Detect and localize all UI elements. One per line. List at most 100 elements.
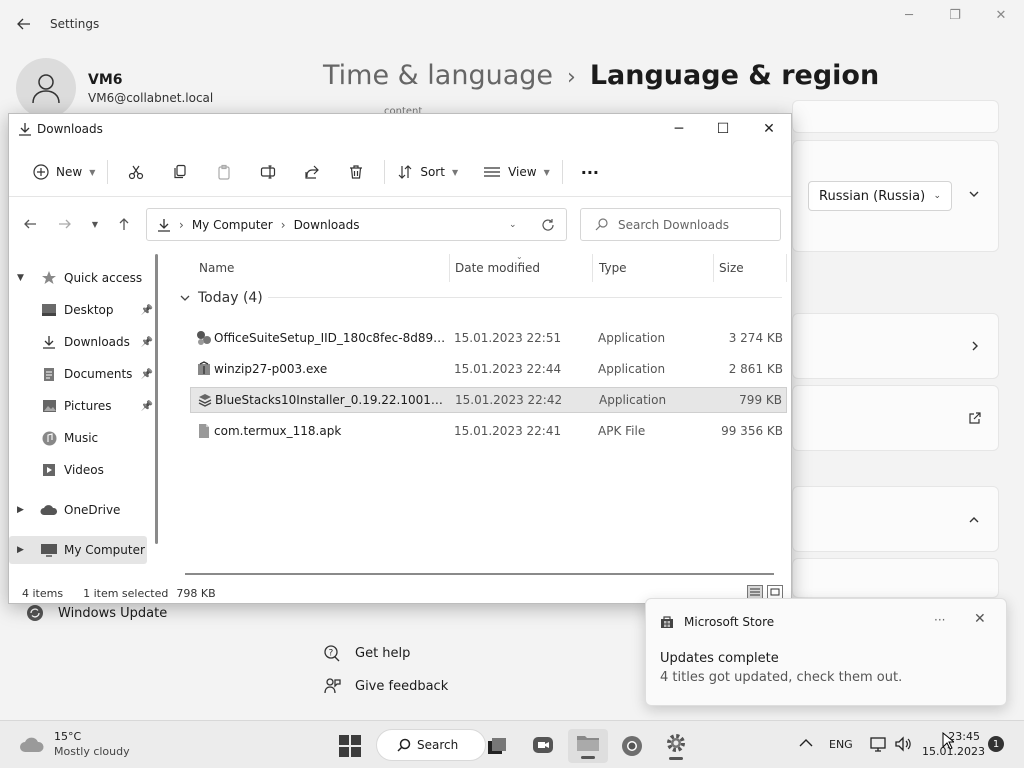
videos-icon [39, 463, 59, 477]
refresh-icon[interactable] [541, 218, 555, 232]
nav-item-my-computer[interactable]: ▶ My Computer [9, 536, 147, 564]
windows-update-icon [26, 604, 44, 622]
sidebar-item-windows-update[interactable]: Windows Update [26, 604, 167, 622]
chrome-button[interactable] [612, 729, 652, 763]
installer-app-icon [194, 330, 214, 346]
navigation-pane: ▼ Quick access Desktop 📌 Downloads 📌 Doc… [9, 254, 161, 580]
region-format-dropdown[interactable]: Russian (Russia) ⌄ [808, 181, 952, 211]
maximize-icon[interactable]: ☐ [701, 118, 745, 140]
external-link-icon [968, 412, 981, 425]
forward-arrow-icon[interactable] [53, 214, 77, 234]
task-view-button[interactable] [477, 729, 517, 763]
notification-toast[interactable]: Microsoft Store ··· ✕ Updates complete 4… [645, 598, 1007, 706]
volume-icon[interactable] [894, 736, 912, 752]
details-view-icon[interactable] [747, 585, 763, 599]
nav-pane-scrollbar[interactable] [155, 254, 158, 544]
pictures-icon [39, 399, 59, 413]
back-arrow-icon[interactable] [18, 214, 42, 234]
notification-badge[interactable]: 1 [988, 736, 1004, 752]
input-language[interactable]: ENG [829, 738, 853, 751]
file-row-selected[interactable]: BlueStacks10Installer_0.19.22.1001_nativ… [190, 387, 787, 413]
view-button[interactable]: View ▼ [477, 156, 556, 188]
chevron-down-icon: ⌄ [933, 191, 941, 201]
microsoft-store-icon [660, 615, 674, 629]
address-history-chevron-icon[interactable]: ⌄ [509, 220, 517, 230]
nav-item-quick-access[interactable]: ▼ Quick access [9, 264, 157, 292]
weather-widget[interactable]: 15°C Mostly cloudy [18, 729, 130, 759]
view-label: View [508, 165, 537, 179]
expanded-chevron-icon[interactable]: ▼ [17, 273, 31, 283]
close-icon[interactable]: ✕ [989, 8, 1013, 24]
nav-item-music[interactable]: Music [9, 424, 157, 452]
close-icon[interactable]: ✕ [974, 611, 986, 627]
new-label: New [56, 165, 83, 179]
copy-button[interactable] [158, 156, 202, 188]
collapsed-chevron-icon[interactable]: ▶ [17, 505, 31, 515]
new-button[interactable]: New ▼ [27, 156, 101, 188]
minimize-icon[interactable]: ─ [897, 8, 921, 24]
recent-locations-chevron-icon[interactable]: ▼ [83, 214, 107, 234]
column-divider[interactable] [713, 254, 714, 282]
weather-text: 15°C Mostly cloudy [54, 729, 130, 759]
toast-more-button[interactable]: ··· [934, 613, 945, 627]
file-row[interactable]: winzip27-p003.exe 15.01.2023 22:44 Appli… [190, 356, 787, 382]
get-help-label: Get help [355, 645, 411, 661]
column-header-date[interactable]: Date modified [455, 254, 540, 282]
cut-button[interactable] [114, 156, 158, 188]
breadcrumb-chevron-icon: › [280, 217, 286, 232]
downloads-icon [39, 335, 59, 349]
expand-chevron-icon[interactable] [968, 188, 980, 200]
get-help-link[interactable]: ? Get help [323, 644, 410, 662]
teams-chat-button[interactable] [523, 729, 563, 763]
up-arrow-icon[interactable] [112, 214, 136, 234]
address-bar[interactable]: › My Computer › Downloads ⌄ [146, 208, 567, 241]
nav-item-downloads[interactable]: Downloads 📌 [9, 328, 157, 356]
nav-item-pictures[interactable]: Pictures 📌 [9, 392, 157, 420]
nav-label: Desktop [64, 303, 114, 317]
nav-item-videos[interactable]: Videos [9, 456, 157, 484]
breadcrumb-downloads[interactable]: Downloads [294, 218, 360, 232]
settings-taskbar-button[interactable] [656, 729, 696, 763]
give-feedback-link[interactable]: Give feedback [323, 677, 448, 695]
rename-button[interactable] [246, 156, 290, 188]
chevron-up-icon[interactable] [799, 738, 813, 748]
collapsed-chevron-icon[interactable]: ▶ [17, 545, 31, 555]
nav-item-onedrive[interactable]: ▶ OneDrive [9, 496, 157, 524]
column-divider[interactable] [449, 254, 450, 282]
avatar[interactable] [16, 58, 76, 118]
group-header-today[interactable]: Today (4) [180, 290, 263, 306]
settings-card[interactable] [792, 313, 999, 379]
sort-button[interactable]: Sort ▼ [391, 156, 464, 188]
delete-button[interactable] [334, 156, 378, 188]
more-options-button[interactable]: ··· [569, 156, 611, 188]
start-button[interactable] [330, 729, 370, 763]
tiles-view-icon[interactable] [767, 585, 783, 599]
folder-icon [576, 733, 600, 753]
file-explorer-taskbar-button[interactable] [568, 729, 608, 763]
close-icon[interactable]: ✕ [747, 118, 791, 140]
file-row[interactable]: OfficeSuiteSetup_IID_180c8fec-8d89-4a44.… [190, 325, 787, 351]
column-divider[interactable] [786, 254, 787, 282]
maximize-icon[interactable]: ❐ [943, 8, 967, 24]
column-header-size[interactable]: Size [719, 254, 744, 282]
group-divider [268, 297, 782, 298]
file-row[interactable]: com.termux_118.apk 15.01.2023 22:41 APK … [190, 418, 787, 444]
breadcrumb-parent[interactable]: Time & language [323, 60, 553, 91]
search-box[interactable]: Search Downloads [580, 208, 781, 241]
taskbar-search-button[interactable]: Search [376, 729, 486, 761]
back-arrow-icon[interactable] [16, 16, 32, 32]
nav-item-desktop[interactable]: Desktop 📌 [9, 296, 157, 324]
column-divider[interactable] [592, 254, 593, 282]
nav-label: OneDrive [64, 503, 121, 517]
chevron-up-icon[interactable] [968, 514, 980, 526]
breadcrumb-my-computer[interactable]: My Computer [192, 218, 273, 232]
paste-button[interactable] [202, 156, 246, 188]
minimize-icon[interactable]: ─ [657, 118, 701, 140]
nav-item-documents[interactable]: Documents 📌 [9, 360, 157, 388]
file-list-scrollbar[interactable] [185, 573, 774, 575]
column-header-name[interactable]: Name [199, 254, 234, 282]
column-header-type[interactable]: Type [599, 254, 627, 282]
search-input[interactable]: Search Downloads [618, 218, 729, 232]
share-button[interactable] [290, 156, 334, 188]
network-icon[interactable] [870, 736, 888, 752]
